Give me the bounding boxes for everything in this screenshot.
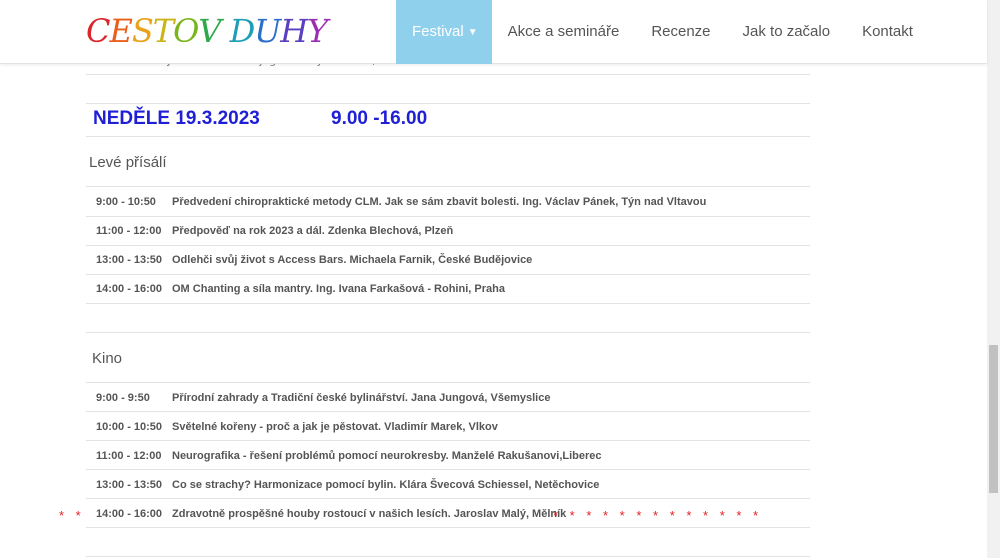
row-description: OM Chanting a síla mantry. Ing. Ivana Fa…	[172, 283, 505, 295]
site-logo[interactable]: CESTOV DUHY	[86, 12, 328, 50]
nav-item-label: Festival	[412, 23, 464, 40]
row-description: Odlehči svůj život s Access Bars. Michae…	[172, 254, 533, 266]
nav-item-jak-to-zacalo[interactable]: Jak to začalo	[727, 0, 847, 64]
logo-letter: Y	[307, 12, 328, 50]
nav-item-label: Recenze	[651, 23, 711, 40]
section-title-leve-prisali: Levé přísálí	[89, 154, 167, 171]
divider	[86, 136, 810, 137]
nav-item-festival[interactable]: Festival ▼	[396, 0, 492, 64]
nav-item-recenze[interactable]: Recenze	[635, 0, 726, 64]
row-time: 9:00 - 9:50	[96, 392, 150, 404]
schedule-row: 11:00 - 12:00 Neurografika - řešení prob…	[86, 442, 810, 471]
schedule-row: 13:00 - 13:50 Co se strachy? Harmonizace…	[86, 471, 810, 500]
highlight-stars-right: * * * * * * * * * * * * *	[553, 508, 763, 523]
logo-letter: S	[131, 12, 154, 50]
row-time: 11:00 - 12:00	[96, 225, 162, 237]
main-nav: Festival ▼ Akce a semináře Recenze Jak to…	[396, 0, 929, 64]
logo-letter: V	[198, 12, 221, 50]
row-description: Neurografika - řešení problémů pomocí ne…	[172, 450, 602, 462]
row-time: 14:00 - 16:00	[96, 508, 163, 520]
schedule-row: 10:00 - 10:50 Světelné kořeny - proč a j…	[86, 413, 810, 442]
scrollbar-thumb[interactable]	[989, 345, 998, 493]
row-description: Co se strachy? Harmonizace pomocí bylin.…	[172, 479, 600, 491]
divider	[86, 382, 810, 383]
divider	[86, 103, 810, 104]
row-description: Přírodní zahrady a Tradiční české byliná…	[172, 392, 551, 404]
logo-letter: H	[280, 12, 308, 50]
divider	[86, 556, 810, 557]
logo-letter: O	[173, 12, 199, 50]
nav-item-label: Akce a semináře	[507, 23, 620, 40]
row-description: Předpověď na rok 2023 a dál. Zdenka Blec…	[172, 225, 454, 237]
chevron-down-icon: ▼	[467, 27, 478, 38]
day-title: NEDĚLE 19.3.2023	[93, 108, 260, 129]
day-hours: 9.00 -16.00	[331, 108, 428, 129]
row-time: 9:00 - 10:50	[96, 196, 156, 208]
row-time: 14:00 - 16:00	[96, 283, 163, 295]
schedule-row: 11:00 - 12:00 Předpověď na rok 2023 a dá…	[86, 217, 810, 246]
divider	[86, 186, 810, 187]
section-title-kino: Kino	[92, 350, 123, 367]
nav-item-akce[interactable]: Akce a semináře	[492, 0, 636, 64]
logo-letter: E	[109, 12, 132, 50]
logo-letter: T	[152, 12, 174, 50]
row-description: Zdravotně prospěšné houby rostoucí v naš…	[172, 508, 567, 520]
row-description: Světelné kořeny - proč a jak je pěstovat…	[172, 421, 498, 433]
logo-letter	[220, 12, 229, 50]
row-time: 13:00 - 13:50	[96, 254, 163, 266]
logo-letter: C	[86, 12, 111, 50]
nav-item-kontakt[interactable]: Kontakt	[846, 0, 929, 64]
page-scrollbar[interactable]	[987, 0, 1000, 558]
logo-letter: D	[229, 12, 256, 50]
schedule-row: 13:00 - 13:50 Odlehči svůj život s Acces…	[86, 246, 810, 275]
site-header: CESTOV DUHY Festival ▼ Akce a semináře Re…	[0, 0, 987, 64]
logo-letter: U	[254, 12, 281, 50]
divider	[86, 332, 810, 333]
nav-item-label: Jak to začalo	[742, 23, 831, 40]
highlight-stars-left: * *	[59, 508, 85, 523]
row-time: 11:00 - 12:00	[96, 450, 162, 462]
row-time: 10:00 - 10:50	[96, 421, 163, 433]
nav-item-label: Kontakt	[862, 23, 913, 40]
schedule-row: 9:00 - 10:50 Předvedení chiropraktické m…	[86, 188, 810, 217]
schedule-row: 9:00 - 9:50 Přírodní zahrady a Tradiční …	[86, 384, 810, 413]
row-time: 13:00 - 13:50	[96, 479, 163, 491]
schedule-row: 14:00 - 16:00 OM Chanting a síla mantry.…	[86, 275, 810, 304]
row-description: Předvedení chiropraktické metody CLM. Ja…	[172, 196, 707, 208]
divider	[86, 74, 810, 75]
